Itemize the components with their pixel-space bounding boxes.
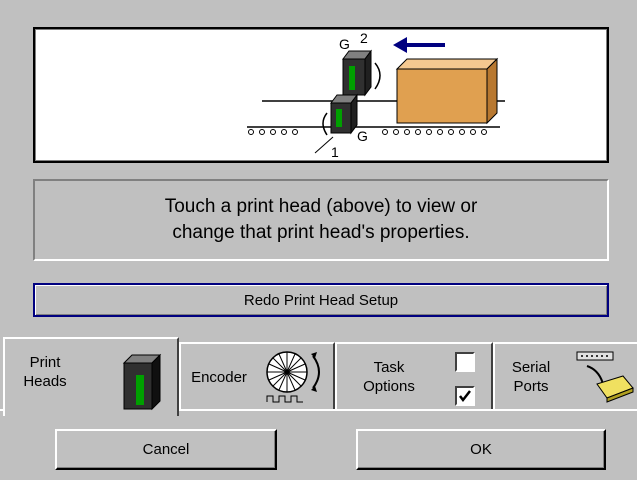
task-option-checkbox-bottom[interactable] (455, 386, 475, 406)
tab-task-options[interactable]: Task Options (335, 342, 493, 409)
tab-print-heads[interactable]: Print Heads (3, 337, 179, 416)
cancel-button[interactable]: Cancel (55, 429, 277, 470)
tab-print-heads-line2: Heads (23, 373, 67, 390)
tab-print-heads-line1: Print (29, 354, 61, 371)
tab-encoder-line1: Encoder (191, 369, 247, 386)
redo-print-head-setup-button[interactable]: Redo Print Head Setup (33, 283, 609, 317)
task-option-checkbox-top[interactable] (455, 352, 475, 372)
product-box-icon (395, 57, 499, 125)
encoder-wheel-icon (266, 351, 320, 403)
instruction-panel: Touch a print head (above) to view or ch… (33, 179, 609, 261)
instruction-line-1: Touch a print head (above) to view or (164, 196, 478, 217)
tab-serial-ports[interactable]: Serial Ports (493, 342, 637, 409)
print-head-diagram[interactable]: G 2 G 1 (33, 27, 609, 163)
head1-number: 1 (331, 144, 339, 160)
tab-serial-ports-line2: Ports (513, 378, 549, 395)
head2-number: 2 (360, 30, 368, 46)
head1-label: G (357, 128, 368, 144)
checkmark-icon (459, 390, 471, 403)
tab-task-options-line2: Options (363, 378, 415, 395)
print-head-2-icon (342, 49, 381, 97)
direction-arrow-icon (393, 37, 445, 53)
tab-serial-ports-line1: Serial (511, 359, 551, 376)
head2-label: G (339, 36, 350, 52)
print-head-icon (122, 353, 162, 411)
ok-button[interactable]: OK (356, 429, 606, 470)
tab-task-options-line1: Task (373, 359, 405, 376)
instruction-line-2: change that print head's properties. (172, 222, 470, 243)
serial-cable-icon (576, 351, 634, 403)
tab-encoder[interactable]: Encoder (179, 342, 335, 409)
